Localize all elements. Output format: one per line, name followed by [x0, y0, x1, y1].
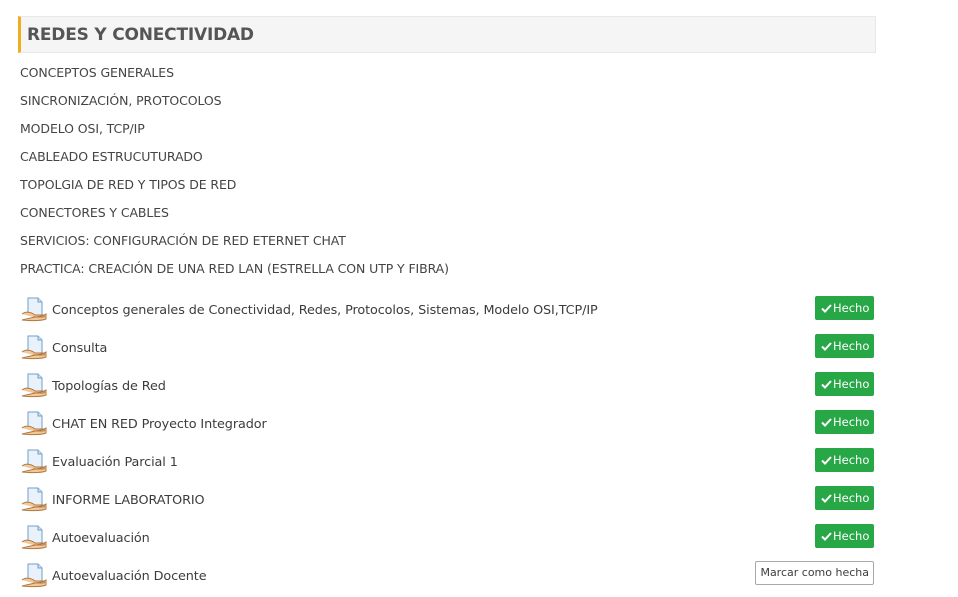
topic-item: TOPOLGIA DE RED Y TIPOS DE RED [20, 177, 237, 192]
done-label: Hecho [833, 529, 870, 543]
done-label: Hecho [833, 377, 870, 391]
assignment-icon [21, 448, 47, 474]
topic-item: CABLEADO ESTRUCUTURADO [20, 149, 203, 164]
done-badge[interactable]: Hecho [815, 334, 874, 358]
done-badge[interactable]: Hecho [815, 448, 874, 472]
activity-link[interactable]: Topologías de Red [52, 379, 166, 394]
activity-row: CHAT EN RED Proyecto Integrador Hecho [20, 407, 876, 445]
topic-item: SERVICIOS: CONFIGURACIÓN DE RED ETERNET … [20, 233, 346, 248]
activity-link[interactable]: Evaluación Parcial 1 [52, 455, 178, 470]
assignment-icon [21, 372, 47, 398]
assignment-icon [21, 334, 47, 360]
activity-row: Evaluación Parcial 1 Hecho [20, 445, 876, 483]
done-badge[interactable]: Hecho [815, 296, 874, 320]
activity-link[interactable]: Conceptos generales de Conectividad, Red… [52, 303, 598, 318]
mark-as-done-button[interactable]: Marcar como hecha [755, 561, 874, 585]
assignment-icon [21, 296, 47, 322]
activity-link[interactable]: Autoevaluación [52, 531, 150, 546]
assignment-icon [21, 524, 47, 550]
section-title: REDES Y CONECTIVIDAD [27, 25, 254, 45]
topic-item: CONCEPTOS GENERALES [20, 65, 174, 80]
activity-row: Topologías de Red Hecho [20, 369, 876, 407]
check-icon [821, 335, 833, 359]
check-icon [821, 487, 833, 511]
activities-list: Conceptos generales de Conectividad, Red… [20, 293, 876, 597]
check-icon [821, 373, 833, 397]
topic-item: SINCRONIZACIÓN, PROTOCOLOS [20, 93, 222, 108]
check-icon [821, 525, 833, 549]
done-badge[interactable]: Hecho [815, 410, 874, 434]
activity-link[interactable]: Consulta [52, 341, 107, 356]
topics-list: CONCEPTOS GENERALES SINCRONIZACIÓN, PROT… [20, 64, 449, 288]
assignment-icon [21, 562, 47, 588]
activity-row: Consulta Hecho [20, 331, 876, 369]
check-icon [821, 411, 833, 435]
activity-link[interactable]: INFORME LABORATORIO [52, 493, 205, 508]
activity-row: INFORME LABORATORIO Hecho [20, 483, 876, 521]
done-label: Hecho [833, 491, 870, 505]
assignment-icon [21, 486, 47, 512]
activity-row: Autoevaluación Hecho [20, 521, 876, 559]
check-icon [821, 449, 833, 473]
activity-row: Conceptos generales de Conectividad, Red… [20, 293, 876, 331]
done-label: Hecho [833, 415, 870, 429]
topic-item: PRACTICA: CREACIÓN DE UNA RED LAN (ESTRE… [20, 261, 449, 276]
done-badge[interactable]: Hecho [815, 486, 874, 510]
assignment-icon [21, 410, 47, 436]
topic-item: MODELO OSI, TCP/IP [20, 121, 145, 136]
activity-link[interactable]: Autoevaluación Docente [52, 569, 207, 584]
activity-row: Autoevaluación Docente Marcar como hecha [20, 559, 876, 597]
done-label: Hecho [833, 301, 870, 315]
done-badge[interactable]: Hecho [815, 372, 874, 396]
done-label: Hecho [833, 453, 870, 467]
done-label: Hecho [833, 339, 870, 353]
done-badge[interactable]: Hecho [815, 524, 874, 548]
activity-link[interactable]: CHAT EN RED Proyecto Integrador [52, 417, 267, 432]
check-icon [821, 297, 833, 321]
topic-item: CONECTORES Y CABLES [20, 205, 169, 220]
section-header: REDES Y CONECTIVIDAD [18, 16, 876, 53]
course-section: REDES Y CONECTIVIDAD CONCEPTOS GENERALES… [0, 0, 958, 597]
